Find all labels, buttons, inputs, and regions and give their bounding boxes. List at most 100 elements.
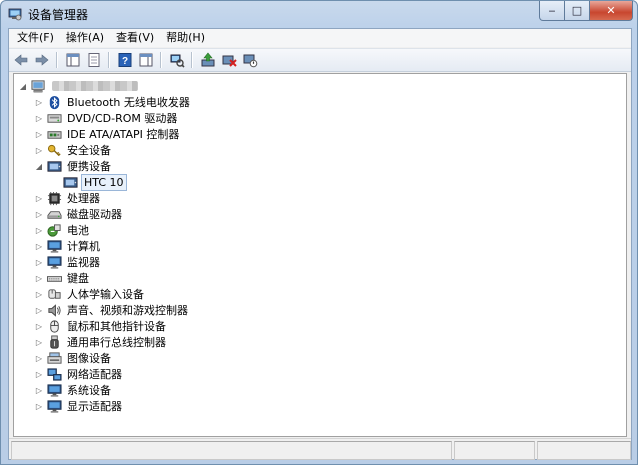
expand-arrow-icon[interactable]: ▷ — [34, 366, 44, 382]
uninstall-button[interactable] — [220, 51, 238, 69]
tree-category[interactable]: ▷ 系统设备 — [34, 382, 113, 398]
expand-arrow-icon[interactable]: ▷ — [34, 238, 44, 254]
expand-arrow-icon[interactable]: ▷ — [34, 206, 44, 222]
tree-item-label: 网络适配器 — [67, 367, 122, 381]
menu-help[interactable]: 帮助(H) — [160, 29, 211, 47]
expand-arrow-icon[interactable]: ▷ — [34, 286, 44, 302]
expand-arrow-icon[interactable]: ▷ — [34, 270, 44, 286]
page-button[interactable] — [85, 51, 103, 69]
tree-category[interactable]: ▷ Bluetooth 无线电收发器 — [34, 94, 192, 110]
tree-category[interactable]: ▷ 鼠标和其他指针设备 — [34, 318, 168, 334]
tree-category[interactable]: ▷ IDE ATA/ATAPI 控制器 — [34, 126, 181, 142]
expand-arrow-icon[interactable]: ▷ — [34, 318, 44, 334]
uninstall-icon — [221, 52, 237, 68]
disable-button[interactable] — [241, 51, 259, 69]
tree-category[interactable]: ▷ 电池 — [34, 222, 91, 238]
collapse-arrow-icon[interactable]: ◢ — [18, 78, 28, 94]
expand-arrow-icon[interactable]: ▷ — [34, 126, 44, 142]
tree-category[interactable]: ▷ 显示适配器 — [34, 398, 124, 414]
scan-hardware-icon — [169, 52, 185, 68]
keyboard-icon — [46, 270, 62, 286]
tree-category[interactable]: ▷ 处理器 — [34, 190, 102, 206]
menu-file[interactable]: 文件(F) — [9, 29, 60, 47]
tree-category[interactable]: ▷ 通用串行总线控制器 — [34, 334, 168, 350]
tree-category[interactable]: ▷ 安全设备 — [34, 142, 113, 158]
expand-arrow-icon[interactable]: ▷ — [34, 254, 44, 270]
expand-arrow-icon[interactable]: ▷ — [34, 398, 44, 414]
monitor-icon — [46, 238, 62, 254]
expand-arrow-icon[interactable]: ▷ — [34, 110, 44, 126]
battery-icon — [46, 222, 62, 238]
expand-arrow-icon[interactable]: ▷ — [34, 142, 44, 158]
action-pane-button[interactable] — [137, 51, 155, 69]
speaker-icon — [46, 302, 62, 318]
tree-category[interactable]: ▷ 图像设备 — [34, 350, 113, 366]
collapse-arrow-icon[interactable]: ◢ — [34, 158, 44, 174]
tree-item-label: HTC 10 — [81, 173, 127, 191]
processor-icon — [46, 190, 62, 206]
tree-item-label: 便携设备 — [67, 159, 111, 173]
menu-action[interactable]: 操作(A) — [60, 29, 110, 47]
update-driver-icon — [200, 52, 216, 68]
toolbar-separator — [108, 52, 110, 68]
tree-category[interactable]: ▷ 监视器 — [34, 254, 102, 270]
tree-category[interactable]: ◢ 便携设备 — [34, 158, 113, 174]
disk-drive-icon — [46, 206, 62, 222]
properties-pane-icon — [65, 52, 81, 68]
title-bar[interactable]: 设备管理器 ‒ □ ✕ — [1, 1, 637, 27]
status-panel-main — [11, 441, 452, 460]
tree-item-label: 键盘 — [67, 271, 89, 285]
tree-category[interactable]: ▷ 键盘 — [34, 270, 91, 286]
expand-arrow-icon[interactable]: ▷ — [34, 190, 44, 206]
tree-category[interactable]: ▷ 计算机 — [34, 238, 102, 254]
scan-hardware-button[interactable] — [168, 51, 186, 69]
forward-arrow-button[interactable] — [33, 51, 51, 69]
toolbar-separator — [191, 52, 193, 68]
tree-item-label: 监视器 — [67, 255, 100, 269]
tree-item-label: 计算机 — [67, 239, 100, 253]
dvd-drive-icon — [46, 110, 62, 126]
tree-category[interactable]: ▷ 网络适配器 — [34, 366, 124, 382]
tree-device[interactable]: HTC 10 — [50, 173, 127, 191]
tree-category[interactable]: ▷ 磁盘驱动器 — [34, 206, 124, 222]
tree-item-label: 通用串行总线控制器 — [67, 335, 166, 349]
toolbar-separator — [56, 52, 58, 68]
tree-item-label: 图像设备 — [67, 351, 111, 365]
window-title: 设备管理器 — [28, 8, 89, 22]
expand-arrow-icon[interactable]: ▷ — [34, 350, 44, 366]
expand-arrow-icon[interactable]: ▷ — [34, 94, 44, 110]
expand-arrow-icon[interactable]: ▷ — [34, 382, 44, 398]
expand-arrow-icon[interactable]: ▷ — [34, 302, 44, 318]
device-tree[interactable]: ◢ ▷ Bluetooth 无线电收发器 ▷ DVD/CD-ROM 驱动器 ▷ IDE AT… — [13, 73, 627, 437]
svg-text:?: ? — [122, 56, 128, 67]
mouse-icon — [46, 318, 62, 334]
menu-view[interactable]: 查看(V) — [110, 29, 160, 47]
status-panel-3 — [537, 441, 631, 460]
monitor-icon — [46, 254, 62, 270]
tree-category[interactable]: ▷ 声音、视频和游戏控制器 — [34, 302, 190, 318]
expand-arrow-icon[interactable]: ▷ — [34, 222, 44, 238]
expand-arrow-icon[interactable]: ▷ — [34, 334, 44, 350]
properties-pane-button[interactable] — [64, 51, 82, 69]
usb-icon — [46, 334, 62, 350]
monitor-icon — [46, 382, 62, 398]
security-key-icon — [46, 142, 62, 158]
maximize-button[interactable]: □ — [565, 1, 590, 21]
network-icon — [46, 366, 62, 382]
close-button[interactable]: ✕ — [590, 1, 633, 21]
update-driver-button[interactable] — [199, 51, 217, 69]
tree-item-label: 显示适配器 — [67, 399, 122, 413]
tree-category[interactable]: ▷ DVD/CD-ROM 驱动器 — [34, 110, 179, 126]
back-arrow-button[interactable] — [12, 51, 30, 69]
client-area: 文件(F) 操作(A) 查看(V) 帮助(H) ? ◢ ▷ Bluetooth 无线… — [8, 28, 632, 460]
action-pane-icon — [138, 52, 154, 68]
hid-icon — [46, 286, 62, 302]
status-panel-2 — [453, 441, 536, 460]
minimize-button[interactable]: ‒ — [539, 1, 565, 21]
device-manager-window: 设备管理器 ‒ □ ✕ 文件(F) 操作(A) 查看(V) 帮助(H) ? ◢ ▷… — [0, 0, 638, 465]
tree-item-label: 安全设备 — [67, 143, 111, 157]
tree-root-computer[interactable]: ◢ — [18, 78, 138, 94]
tree-category[interactable]: ▷ 人体学输入设备 — [34, 286, 146, 302]
toolbar-separator — [160, 52, 162, 68]
help-button[interactable]: ? — [116, 51, 134, 69]
